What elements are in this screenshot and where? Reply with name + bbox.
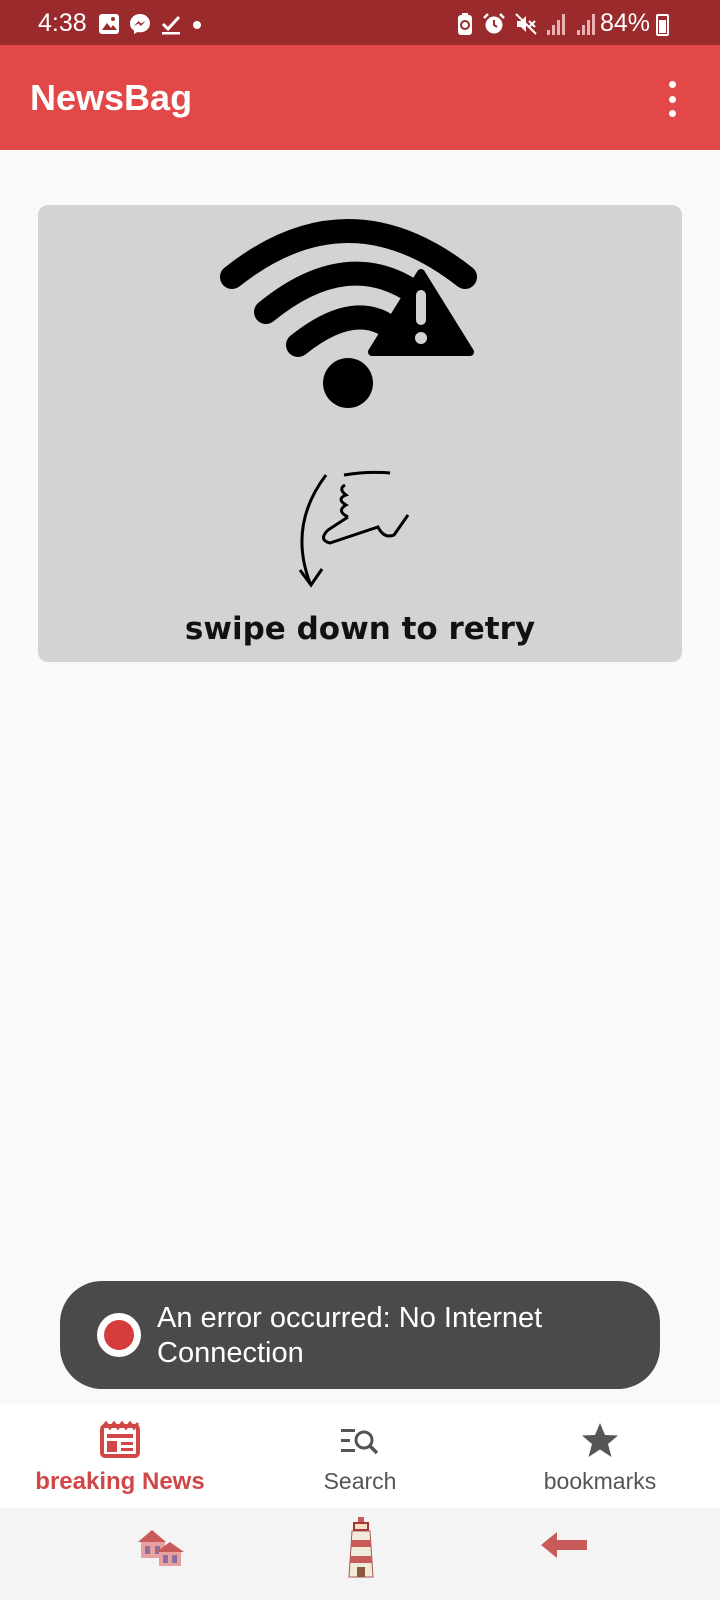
nav-search[interactable]: Search xyxy=(240,1404,480,1508)
app-title: NewsBag xyxy=(30,77,193,118)
system-status-icons xyxy=(456,12,598,36)
gallery-icon xyxy=(99,14,119,34)
error-toast: An error occurred: No Internet Connectio… xyxy=(60,1281,660,1389)
alarm-icon xyxy=(483,13,505,34)
signal-icon xyxy=(577,14,595,35)
recents-icon[interactable] xyxy=(136,1522,188,1568)
more-vert-icon[interactable] xyxy=(664,81,680,117)
signal-icon xyxy=(547,14,565,35)
newspaper-icon xyxy=(100,1420,140,1458)
no-connection-card: swipe down to retry xyxy=(38,205,682,662)
home-icon[interactable] xyxy=(346,1516,376,1578)
check-icon xyxy=(161,15,181,35)
nav-label: breaking News xyxy=(35,1468,205,1495)
swipe-down-hand-icon xyxy=(298,470,410,588)
status-time: 4:38 xyxy=(38,9,87,37)
nav-label: bookmarks xyxy=(543,1468,657,1494)
nav-breaking-news[interactable]: breaking News xyxy=(0,1404,240,1508)
dot-icon xyxy=(193,21,201,29)
system-nav-bar xyxy=(0,1508,720,1600)
app-icon xyxy=(97,1313,141,1357)
status-bar: 4:38 84% xyxy=(0,0,720,45)
battery-percent: 84% xyxy=(599,9,650,37)
search-list-icon xyxy=(341,1429,379,1455)
notification-icons xyxy=(98,12,204,36)
bottom-nav: breaking News Search bookmarks xyxy=(0,1404,720,1508)
battery-icon xyxy=(656,14,669,36)
mute-icon xyxy=(515,13,537,35)
app-bar: NewsBag xyxy=(0,45,720,150)
toast-message: An error occurred: No Internet Connectio… xyxy=(157,1302,543,1369)
messenger-icon xyxy=(130,14,150,34)
battery-saver-icon xyxy=(458,13,472,35)
back-icon[interactable] xyxy=(540,1530,588,1560)
retry-message: swipe down to retry xyxy=(184,611,536,647)
nav-label: Search xyxy=(323,1468,397,1494)
star-icon xyxy=(582,1423,618,1457)
nav-bookmarks[interactable]: bookmarks xyxy=(480,1404,720,1508)
